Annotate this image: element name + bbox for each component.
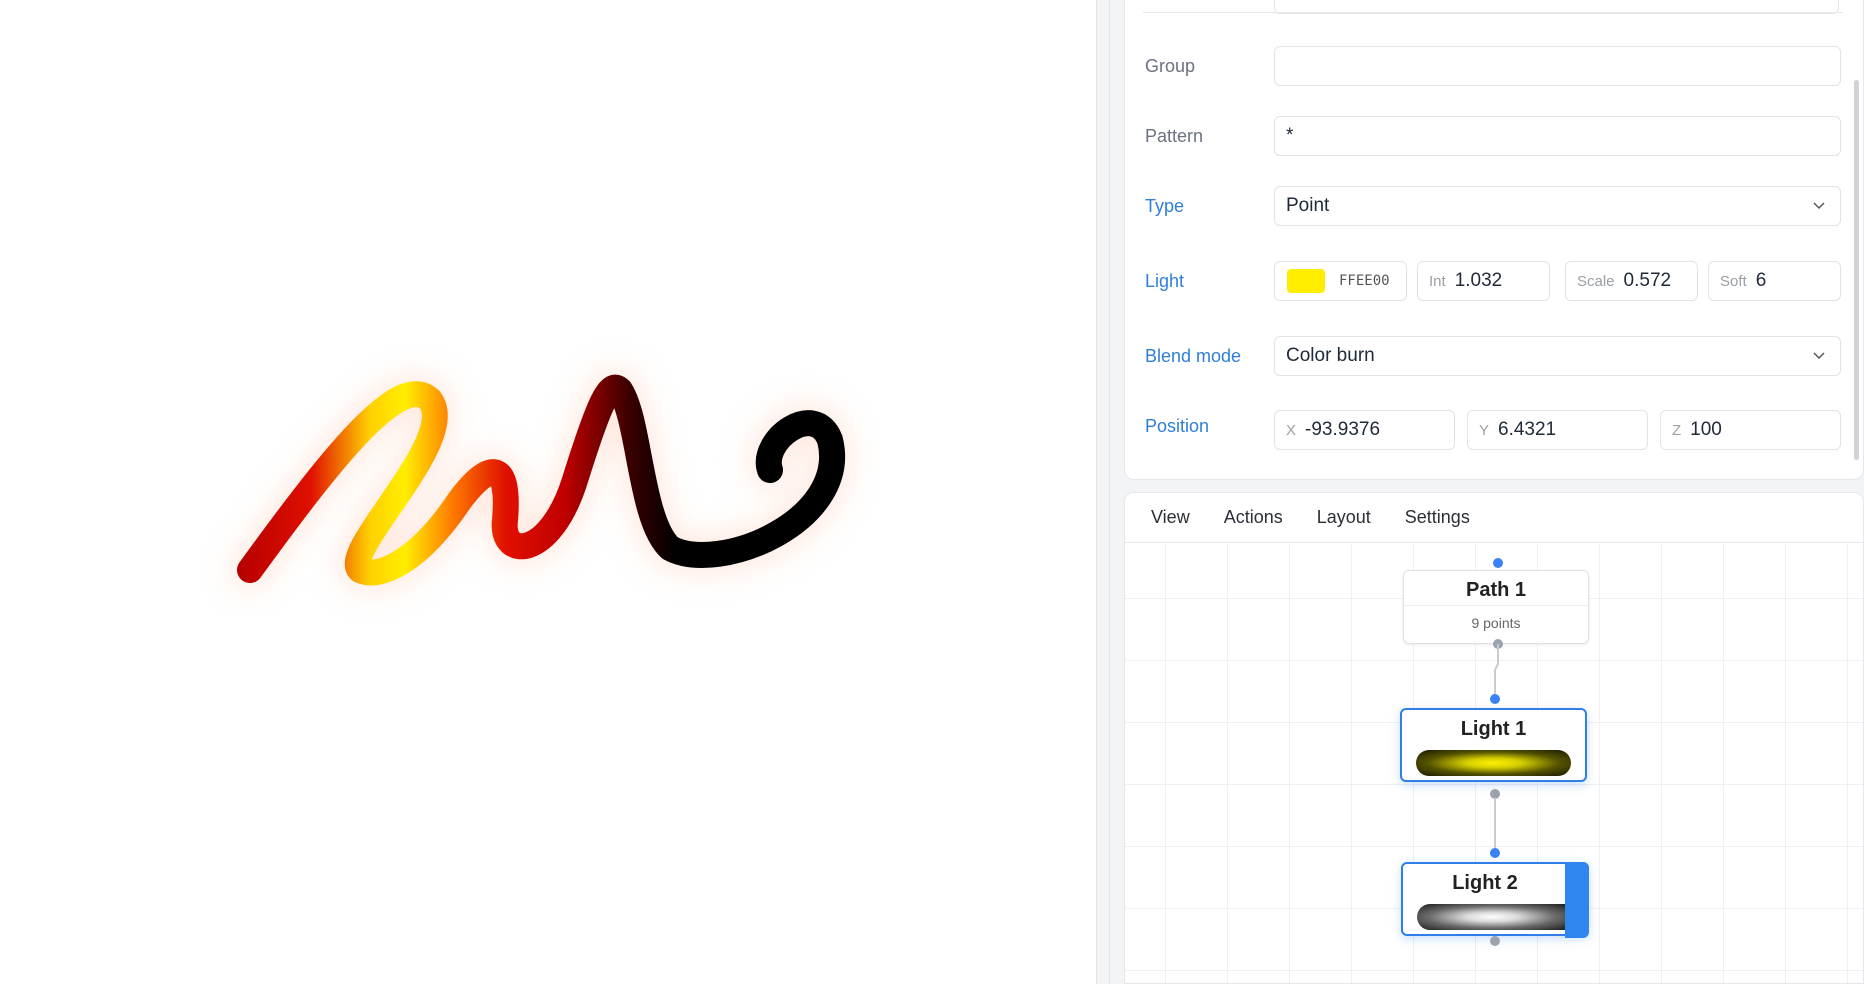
- panel-splitter[interactable]: [1096, 0, 1110, 984]
- softness-input[interactable]: Soft 6: [1708, 261, 1841, 301]
- light2-node-title: Light 2: [1452, 872, 1518, 894]
- tab-actions[interactable]: Actions: [1224, 507, 1283, 528]
- intensity-input[interactable]: Int 1.032: [1417, 261, 1550, 301]
- light1-node-input-port[interactable]: [1490, 694, 1500, 704]
- tab-settings[interactable]: Settings: [1405, 507, 1470, 528]
- node-graph-panel: View Actions Layout Settings Path 1 9 po…: [1124, 492, 1864, 984]
- softness-prefix: Soft: [1720, 272, 1747, 290]
- position-x-prefix: X: [1286, 421, 1297, 439]
- tab-layout[interactable]: Layout: [1317, 507, 1371, 528]
- path-node[interactable]: Path 1 9 points: [1403, 570, 1589, 644]
- blend-mode-label: Blend mode: [1145, 346, 1242, 366]
- chevron-down-icon: [1813, 202, 1825, 210]
- blend-mode-select[interactable]: Color burn: [1274, 336, 1841, 376]
- connection-wire: [1494, 644, 1499, 700]
- group-label: Group: [1145, 56, 1196, 76]
- position-z-prefix: Z: [1672, 421, 1682, 439]
- pattern-input[interactable]: *: [1274, 116, 1841, 156]
- light2-node-output-port[interactable]: [1490, 936, 1500, 946]
- light-color-picker[interactable]: FFEE00: [1274, 261, 1407, 301]
- divider: [1143, 12, 1843, 13]
- light-color-hex: FFEE00: [1339, 273, 1390, 289]
- node-resize-handle[interactable]: [1565, 862, 1589, 938]
- softness-value: 6: [1755, 270, 1767, 291]
- tab-view[interactable]: View: [1151, 507, 1190, 528]
- path-node-title: Path 1: [1404, 571, 1588, 606]
- light-label: Light: [1145, 271, 1185, 291]
- position-y-prefix: Y: [1479, 421, 1490, 439]
- type-select[interactable]: Point: [1274, 186, 1841, 226]
- position-label: Position: [1145, 416, 1210, 436]
- properties-panel: Group Pattern * Type Point Light FFEE00 …: [1124, 0, 1864, 480]
- color-swatch[interactable]: [1287, 269, 1325, 293]
- position-x-input[interactable]: X -93.9376: [1274, 410, 1455, 450]
- light1-node[interactable]: Light 1: [1400, 708, 1587, 782]
- scale-input[interactable]: Scale 0.572: [1565, 261, 1698, 301]
- light2-node-input-port[interactable]: [1490, 848, 1500, 858]
- group-input[interactable]: [1274, 46, 1841, 86]
- position-x-value: -93.9376: [1305, 419, 1381, 440]
- pattern-value: *: [1286, 125, 1294, 146]
- scale-value: 0.572: [1623, 270, 1672, 291]
- light2-node[interactable]: Light 2: [1401, 862, 1589, 938]
- type-label: Type: [1145, 196, 1185, 216]
- position-y-value: 6.4321: [1498, 419, 1557, 440]
- intensity-value: 1.032: [1454, 270, 1503, 291]
- scale-prefix: Scale: [1577, 272, 1615, 290]
- light1-preview-gradient: [1416, 750, 1571, 776]
- squiggle-stroke-render: [230, 367, 852, 593]
- position-z-input[interactable]: Z 100: [1660, 410, 1841, 450]
- right-sidebar: Group Pattern * Type Point Light FFEE00 …: [1110, 0, 1864, 984]
- graph-canvas[interactable]: Path 1 9 points Light 1 Light 2: [1125, 544, 1863, 983]
- connection-wire: [1494, 798, 1496, 854]
- chevron-down-icon: [1813, 352, 1825, 360]
- render-canvas[interactable]: [0, 0, 1096, 984]
- pattern-label: Pattern: [1145, 126, 1204, 146]
- light1-node-title: Light 1: [1460, 718, 1527, 740]
- path-node-input-port[interactable]: [1493, 558, 1503, 568]
- light2-preview-gradient: [1417, 904, 1567, 930]
- intensity-prefix: Int: [1429, 272, 1446, 290]
- graph-menu-bar: View Actions Layout Settings: [1125, 493, 1863, 543]
- type-value: Point: [1286, 195, 1330, 216]
- properties-scrollbar[interactable]: [1854, 80, 1859, 460]
- position-y-input[interactable]: Y 6.4321: [1467, 410, 1648, 450]
- blend-mode-value: Color burn: [1286, 345, 1375, 366]
- path-node-points-count: 9 points: [1471, 615, 1521, 631]
- position-z-value: 100: [1690, 419, 1722, 440]
